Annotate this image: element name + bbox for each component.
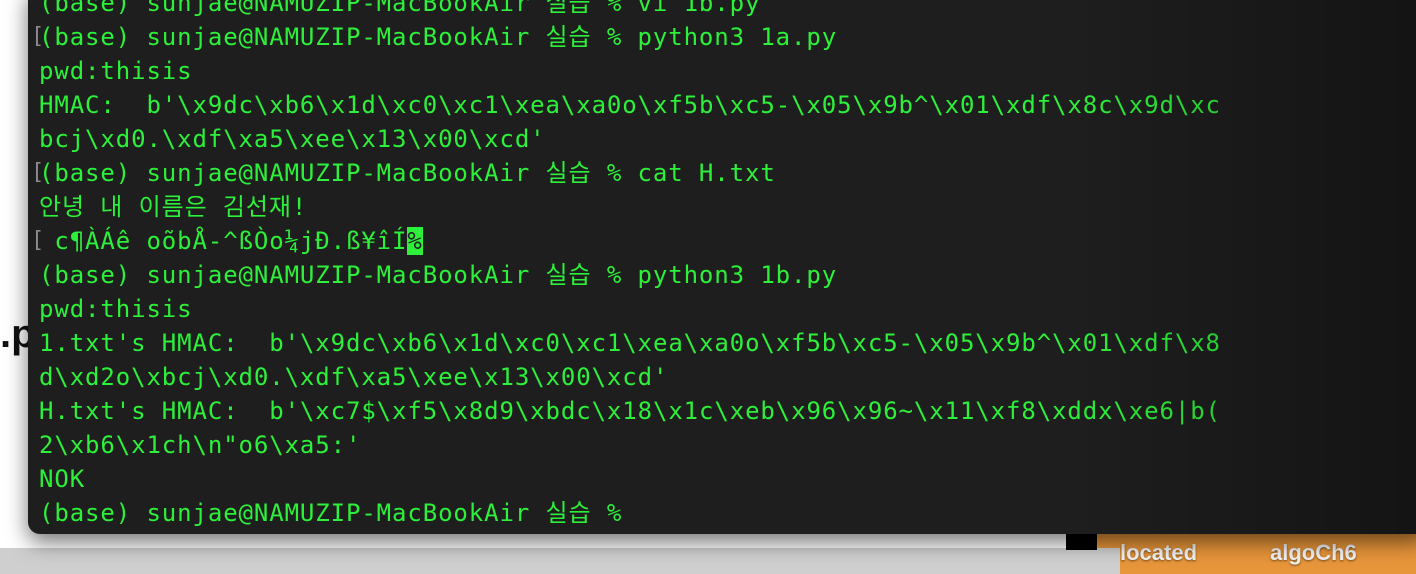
terminal-line: HMAC: b'\x9dc\xb6\x1d\xc0\xc1\xea\xa0o\x… [39,91,1221,119]
terminal-line: (base) sunjae@NAMUZIP-MacBookAir 실습 % vi… [39,0,761,17]
terminal-line: 1.txt's HMAC: b'\x9dc\xb6\x1d\xc0\xc1\xe… [39,329,1221,357]
cursor-icon: % [407,227,423,255]
terminal-line: 2\xb6\x1ch\n"o6\xa5:' [39,431,362,459]
terminal-line: H.txt's HMAC: b'\xc7$\xf5\x8d9\xbdc\x18\… [39,397,1221,425]
desktop-item-located-label[interactable]: located [1120,540,1197,566]
terminal-line: [(base) sunjae@NAMUZIP-MacBookAir 실습 % c… [31,156,1416,190]
line-marker-icon: [ [31,160,46,185]
terminal-window[interactable]: (base) sunjae@NAMUZIP-MacBookAir 실습 % vi… [28,0,1416,534]
terminal-line: 안녕 내 이름은 김선재! [39,193,308,221]
line-marker-icon: [ [31,228,46,253]
terminal-line: NOK [39,465,86,493]
bottom-bar [0,548,1120,574]
terminal-line: pwd:thisis [39,295,193,323]
terminal-line: [(base) sunjae@NAMUZIP-MacBookAir 실습 % p… [31,20,1416,54]
terminal-prompt-line[interactable]: (base) sunjae@NAMUZIP-MacBookAir 실습 % [39,496,1416,530]
line-marker-icon: [ [31,24,46,49]
terminal-line: bcj\xd0.\xdf\xa5\xee\x13\x00\xcd' [39,125,546,153]
terminal-line: d\xd2o\xbcj\xd0.\xdf\xa5\xee\x13\x00\xcd… [39,363,669,391]
terminal-line: pwd:thisis [39,57,193,85]
terminal-output[interactable]: (base) sunjae@NAMUZIP-MacBookAir 실습 % vi… [31,0,1416,530]
terminal-line: (base) sunjae@NAMUZIP-MacBookAir 실습 % py… [39,261,838,289]
screen: located algoCh6 .p (base) sunjae@NAMUZIP… [0,0,1416,574]
desktop-item-algoch6-label[interactable]: algoCh6 [1270,540,1357,566]
terminal-line: [ c¶ÀÁê oõbÅ-^ßÒo¼jÐ.ß¥îÍ% [31,224,1416,258]
